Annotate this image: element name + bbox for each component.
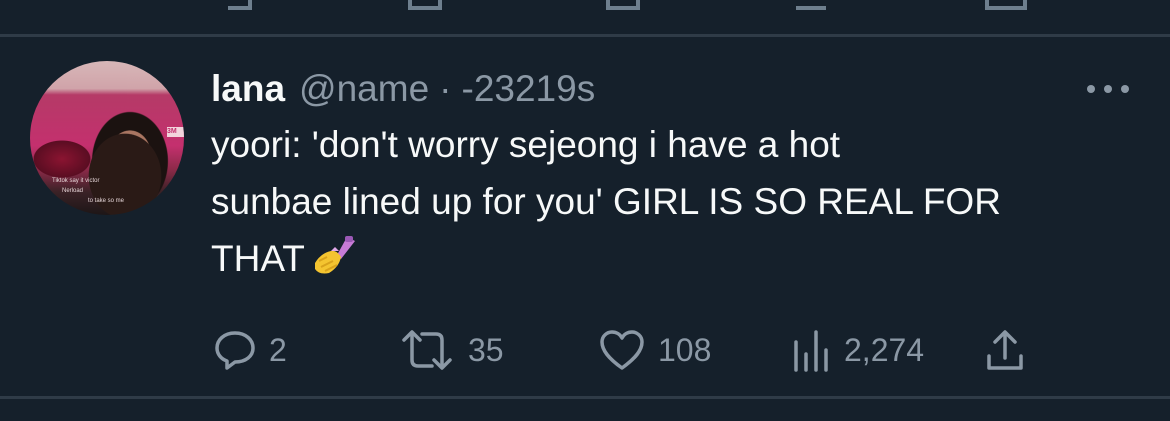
timestamp[interactable]: -23219s: [462, 66, 596, 112]
avatar[interactable]: 3M Tiktok say it victor Nerload to take …: [30, 61, 184, 215]
previous-tweet-actions: [0, 0, 1170, 36]
tweet-text: yoori: 'don't worry sejeong i have a hot…: [211, 116, 1151, 293]
retweet-button[interactable]: 35: [398, 323, 504, 377]
avatar-caption: Nerload: [62, 188, 84, 194]
heart-icon: [600, 330, 644, 370]
divider-bottom: [0, 396, 1170, 399]
previous-reply-icon[interactable]: [228, 0, 252, 10]
display-name[interactable]: lana: [211, 66, 285, 112]
analytics-icon: [794, 330, 828, 372]
reply-button[interactable]: 2: [213, 323, 287, 377]
nail-polish-emoji: [311, 235, 357, 293]
tweet-text-line: sunbae lined up for you' GIRL IS SO REAL…: [211, 181, 1001, 222]
tweet-actions: 2 35 108 2,274: [0, 323, 1170, 377]
like-count: 108: [658, 331, 712, 368]
previous-share-icon[interactable]: [985, 0, 1027, 10]
separator: ·: [439, 68, 452, 109]
tweet-header: lana @name · -23219s: [211, 66, 595, 112]
share-button[interactable]: [985, 323, 1025, 377]
avatar-caption: to take so me: [88, 198, 125, 204]
views-button[interactable]: 2,274: [792, 323, 924, 377]
view-count: 2,274: [844, 331, 925, 368]
tweet-text-line: yoori: 'don't worry sejeong i have a hot: [211, 124, 841, 165]
like-button[interactable]: 108: [598, 323, 711, 377]
previous-retweet-icon[interactable]: [408, 0, 442, 10]
reply-count: 2: [269, 331, 287, 368]
reply-icon: [215, 331, 255, 370]
avatar-sign: 3M: [167, 127, 184, 137]
previous-like-icon[interactable]: [606, 0, 640, 10]
avatar-caption: Tiktok say it victor: [52, 178, 100, 184]
divider-top: [0, 34, 1170, 37]
retweet-icon: [402, 330, 452, 370]
more-options-icon[interactable]: [1087, 80, 1129, 98]
retweet-count: 35: [468, 331, 504, 368]
tweet-text-line: THAT: [211, 238, 305, 279]
share-icon: [987, 330, 1023, 370]
previous-views-icon[interactable]: [796, 0, 826, 10]
handle[interactable]: @name: [299, 66, 429, 112]
